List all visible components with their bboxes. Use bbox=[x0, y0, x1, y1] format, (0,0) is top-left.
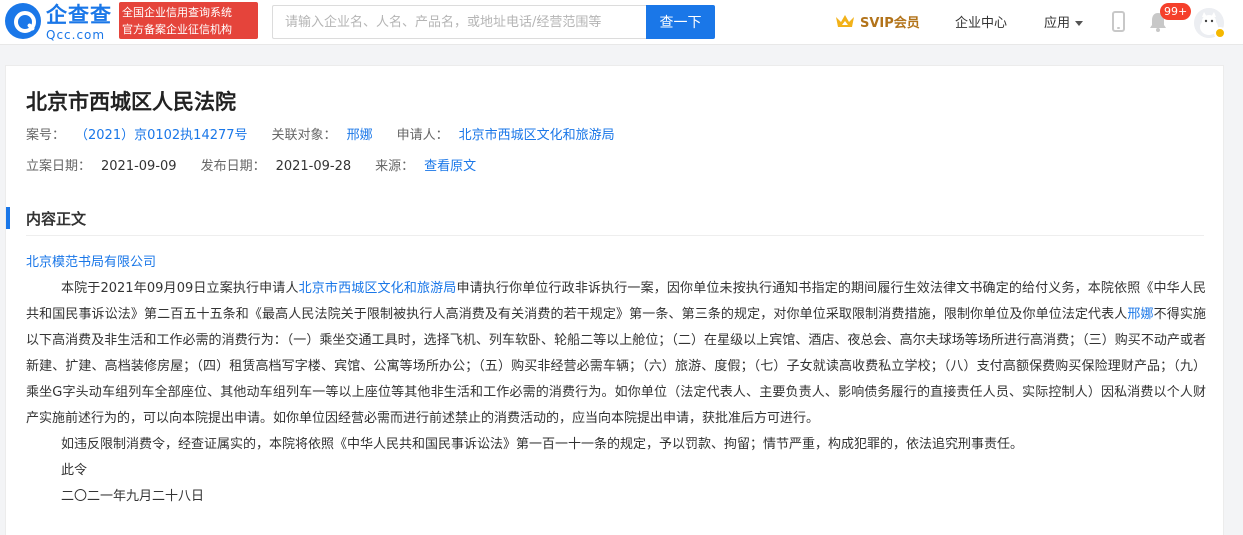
case-meta-row-1: 案号： （2021）京0102执14277号 关联对象： 邢娜 申请人： 北京市… bbox=[26, 126, 639, 146]
case-detail-card: 北京市西城区人民法院 案号： （2021）京0102执14277号 关联对象： … bbox=[5, 65, 1224, 535]
court-name-title: 北京市西城区人民法院 bbox=[26, 90, 236, 114]
p1-person-link[interactable]: 邢娜 bbox=[1127, 307, 1153, 322]
source-label: 来源： bbox=[375, 159, 415, 174]
view-original-link[interactable]: 查看原文 bbox=[424, 157, 476, 177]
p1-applicant-link[interactable]: 北京市西城区文化和旅游局 bbox=[299, 281, 457, 296]
paragraph-warning: 如违反限制消费令，经查证属实的，本院将依照《中华人民共和国民事诉讼法》第一百一十… bbox=[61, 437, 1024, 452]
case-number-label: 案号： bbox=[26, 128, 66, 143]
paragraph-order: 此令 bbox=[61, 463, 88, 478]
search-input[interactable] bbox=[272, 5, 646, 39]
slogan-line-2: 官方备案企业征信机构 bbox=[122, 23, 232, 36]
logo-domain: Qcc.com bbox=[46, 28, 106, 42]
search-button[interactable]: 查一下 bbox=[646, 5, 715, 39]
svip-member-link[interactable]: SVIP会员 bbox=[835, 10, 920, 32]
addressee-company-link[interactable]: 北京模范书局有限公司 bbox=[26, 255, 156, 270]
filed-date-value: 2021-09-09 bbox=[101, 159, 177, 174]
related-party-label: 关联对象： bbox=[271, 128, 337, 143]
section-divider bbox=[26, 235, 1204, 236]
apps-menu-label: 应用 bbox=[1044, 16, 1071, 31]
vip-status-dot-icon bbox=[1214, 27, 1226, 39]
section-accent-bar bbox=[6, 207, 10, 229]
slogan-banner: 全国企业信用查询系统 官方备案企业征信机构 bbox=[119, 2, 258, 39]
notification-badge: 99+ bbox=[1160, 3, 1192, 20]
enterprise-center-link[interactable]: 企业中心 bbox=[955, 12, 1007, 31]
logo-icon bbox=[5, 3, 41, 39]
paragraph-date: 二〇二一年九月二十八日 bbox=[61, 489, 205, 504]
case-number-value[interactable]: （2021）京0102执14277号 bbox=[75, 126, 248, 146]
published-date-value: 2021-09-28 bbox=[275, 159, 352, 174]
svip-label: SVIP会员 bbox=[860, 15, 920, 31]
document-body: 北京模范书局有限公司 本院于2021年09月09日立案执行申请人北京市西城区文化… bbox=[26, 250, 1206, 510]
slogan-line-1: 全国企业信用查询系统 bbox=[122, 6, 232, 19]
case-meta-row-2: 立案日期： 2021-09-09 发布日期： 2021-09-28 来源： 查看… bbox=[26, 157, 500, 177]
published-date-label: 发布日期： bbox=[200, 159, 266, 174]
qcc-logo[interactable]: 企查查 Qcc.com bbox=[5, 3, 115, 43]
logo-text: 企查查 bbox=[46, 3, 112, 27]
crown-icon bbox=[835, 13, 855, 29]
applicant-label: 申请人： bbox=[396, 128, 449, 143]
chevron-down-icon bbox=[1075, 21, 1084, 26]
content-section-header: 内容正文 bbox=[6, 206, 86, 230]
applicant-link[interactable]: 北京市西城区文化和旅游局 bbox=[459, 126, 615, 146]
p1-text-a: 本院于2021年09月09日立案执行申请人 bbox=[61, 281, 299, 296]
p1-text-c: 不得实施以下高消费及非生活和工作必需的消费行为：（一）乘坐交通工具时，选择飞机、… bbox=[26, 307, 1206, 426]
section-title: 内容正文 bbox=[26, 209, 87, 228]
top-navigation-bar: 企查查 Qcc.com 全国企业信用查询系统 官方备案企业征信机构 查一下 SV… bbox=[0, 0, 1243, 45]
apps-menu[interactable]: 应用 bbox=[1044, 12, 1084, 31]
filed-date-label: 立案日期： bbox=[26, 159, 92, 174]
related-party-link[interactable]: 邢娜 bbox=[347, 126, 373, 146]
paragraph-main: 本院于2021年09月09日立案执行申请人北京市西城区文化和旅游局申请执行你单位… bbox=[26, 276, 1206, 432]
phone-icon[interactable] bbox=[1112, 11, 1125, 32]
